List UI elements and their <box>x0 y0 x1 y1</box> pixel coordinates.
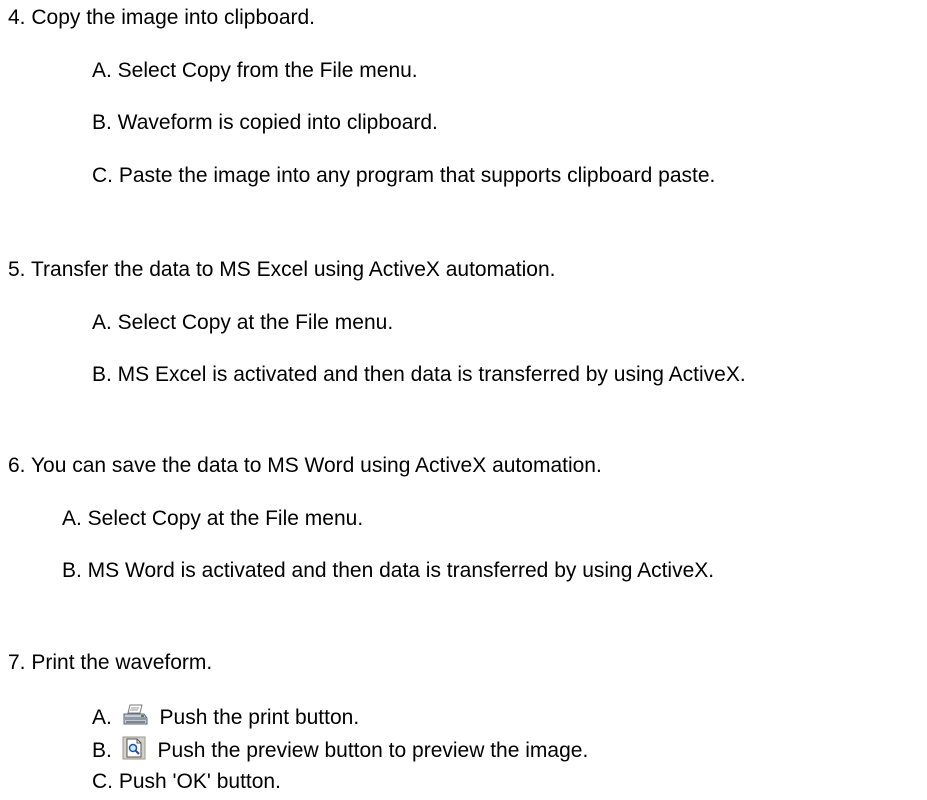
step-b-text: Push the preview button to preview the i… <box>157 739 589 762</box>
section-6-heading: 6. You can save the data to MS Word usin… <box>8 454 602 477</box>
step-b-prefix: B. <box>92 739 112 762</box>
section-4-step-c: C. Paste the image into any program that… <box>92 164 716 187</box>
section-7-step-c: C. Push 'OK' button. <box>92 770 281 793</box>
section-4-heading: 4. Copy the image into clipboard. <box>8 6 316 29</box>
section-7-step-b: B. Push the preview button to preview th… <box>92 736 588 767</box>
printer-icon <box>122 703 148 734</box>
step-a-text: Push the print button. <box>159 706 360 729</box>
section-7-step-a: A. Push the print button. <box>92 703 359 734</box>
step-a-prefix: A. <box>92 706 112 729</box>
section-5-heading: 5. Transfer the data to MS Excel using A… <box>8 258 556 281</box>
section-6-step-a: A. Select Copy at the File menu. <box>62 507 364 530</box>
section-4-step-b: B. Waveform is copied into clipboard. <box>92 111 438 134</box>
section-6-step-b: B. MS Word is activated and then data is… <box>62 559 715 582</box>
print-preview-icon <box>122 736 146 767</box>
section-5-step-b: B. MS Excel is activated and then data i… <box>92 363 746 386</box>
section-4-step-a: A. Select Copy from the File menu. <box>92 59 418 82</box>
document-page: { "sections": [ { "heading": "4. Copy th… <box>0 0 927 800</box>
section-7-heading: 7. Print the waveform. <box>8 651 213 674</box>
section-5-step-a: A. Select Copy at the File menu. <box>92 311 394 334</box>
